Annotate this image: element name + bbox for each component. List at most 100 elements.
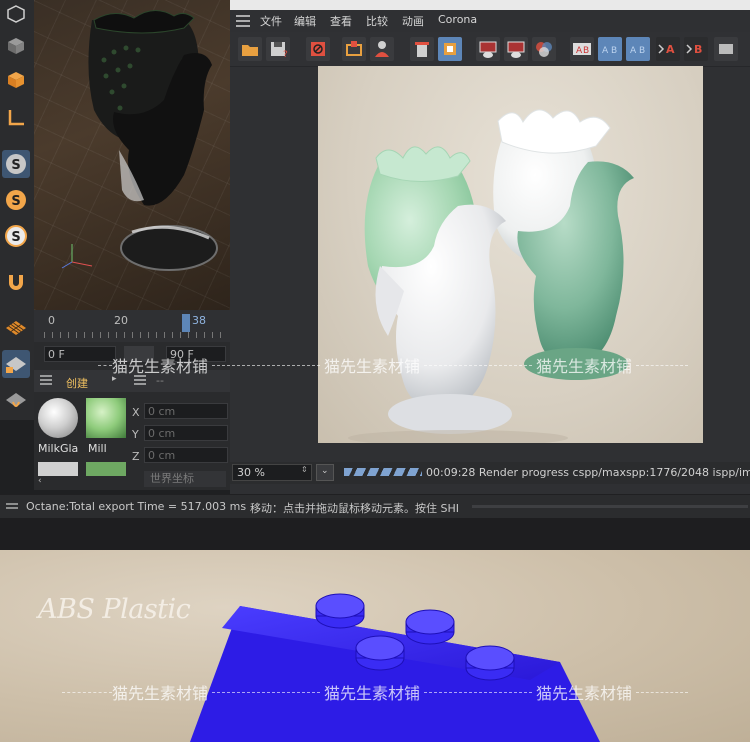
watermark-line <box>98 365 112 366</box>
svg-text:A: A <box>576 46 583 56</box>
watermark-line <box>212 365 320 366</box>
menu-edit[interactable]: 编辑 <box>294 13 316 29</box>
render-canvas[interactable] <box>318 66 703 443</box>
delete-icon[interactable] <box>410 37 434 61</box>
zoom-field[interactable]: 30 % ⇕ <box>232 464 312 481</box>
cube-grey-icon[interactable] <box>2 32 30 60</box>
coordinates-panel: -- X 0 cm Y 0 cm Z 0 cm 世界坐标 <box>126 370 230 490</box>
svg-text:S: S <box>11 158 20 173</box>
snap-grey-icon[interactable]: S <box>2 150 30 178</box>
zoom-value: 30 % <box>237 466 265 479</box>
svg-text:B: B <box>583 46 589 56</box>
world-space-button[interactable]: 世界坐标 <box>144 471 226 487</box>
render-progress-bar <box>344 468 422 476</box>
material-swatch-row2-b[interactable] <box>86 462 126 476</box>
snap-outline-icon[interactable]: S <box>2 222 30 250</box>
viewport-scene <box>61 10 218 271</box>
snap-orange-icon[interactable]: S <box>2 186 30 214</box>
main-status-bar: Octane:Total export Time = 517.003 ms 移动… <box>0 494 750 519</box>
svg-text:B: B <box>694 43 702 56</box>
save-icon[interactable]: ? <box>266 37 290 61</box>
coord-z-label: Z <box>132 450 140 463</box>
watermark-line <box>212 692 320 693</box>
timeline-tick-0: 0 <box>48 314 55 327</box>
watermark-line <box>424 692 532 693</box>
main-menu-icon[interactable] <box>236 15 250 30</box>
svg-text:?: ? <box>283 50 288 60</box>
watermark-6: 猫先生素材铺 <box>536 684 633 703</box>
svg-text:S: S <box>11 230 20 245</box>
menu-bar: 文件 编辑 查看 比较 动画 Corona <box>230 10 750 32</box>
grid-workplane-icon[interactable] <box>2 386 30 414</box>
timeline[interactable]: 0 20 38 <box>34 310 230 342</box>
magnet-icon[interactable] <box>2 268 30 296</box>
axis-icon[interactable] <box>2 104 30 132</box>
abs-plastic-banner: ABS Plastic <box>0 550 750 742</box>
menu-file[interactable]: 文件 <box>260 13 282 29</box>
octane-export-time: Octane:Total export Time = 517.003 ms <box>26 500 247 513</box>
scroll-left-icon[interactable]: ‹ <box>38 476 42 486</box>
picture-viewer-titlebar[interactable] <box>230 0 750 10</box>
svg-text:A: A <box>602 46 609 56</box>
material-swatch-milk[interactable] <box>86 398 126 438</box>
timeline-ruler <box>44 332 228 338</box>
watermark-line <box>62 692 112 693</box>
watermark-3: 猫先生素材铺 <box>536 357 633 376</box>
menu-animation[interactable]: 动画 <box>402 13 424 29</box>
picture-viewer-toolbar: ? AB AB AB A B <box>230 32 750 67</box>
set-b-icon[interactable]: B <box>684 37 708 61</box>
grid-orange-icon[interactable] <box>2 314 30 342</box>
create-tab[interactable]: 创建 <box>66 375 88 391</box>
picture-viewer-bottom-edge <box>230 484 750 494</box>
watermark-2: 猫先生素材铺 <box>324 357 421 376</box>
ab-compare-icon[interactable]: AB <box>570 37 594 61</box>
watermark-1: 猫先生素材铺 <box>112 357 209 376</box>
svg-text:A: A <box>630 46 637 56</box>
coord-y-field[interactable]: 0 cm <box>144 425 228 441</box>
watermark-line <box>636 365 688 366</box>
viewport-3d[interactable] <box>34 0 230 310</box>
status-scrollbar[interactable] <box>472 505 748 508</box>
grid-lock-icon[interactable] <box>2 350 30 378</box>
watermark-line <box>636 692 688 693</box>
move-tool-hint: 移动：点击并拖动鼠标移动元素。按住 SHI <box>250 502 459 515</box>
status-separator-icon <box>6 501 18 514</box>
stop-render-icon[interactable] <box>306 37 330 61</box>
cube-orange-icon[interactable] <box>2 66 30 94</box>
material-label-milk: Mill <box>88 442 107 455</box>
material-swatch-milkglass[interactable] <box>38 398 78 438</box>
material-swatch-row2-a[interactable] <box>38 462 78 476</box>
svg-text:B: B <box>639 46 645 56</box>
layers-icon[interactable] <box>438 37 462 61</box>
set-a-icon[interactable]: A <box>656 37 680 61</box>
user-icon[interactable] <box>370 37 394 61</box>
render-progress-text: 00:09:28 Render progress cspp/maxspp:177… <box>426 466 750 479</box>
coord-x-label: X <box>132 406 140 419</box>
material-manager: 创建 ▸ MilkGla Mill ‹ <box>34 370 126 490</box>
left-toolbar: S S S <box>0 0 34 420</box>
channels-icon[interactable] <box>532 37 556 61</box>
menu-view[interactable]: 查看 <box>330 13 352 29</box>
material-label-milkglass: MilkGla <box>38 442 79 455</box>
render-region-icon[interactable] <box>342 37 366 61</box>
timeline-playhead[interactable] <box>182 314 190 332</box>
coord-x-field[interactable]: 0 cm <box>144 403 228 419</box>
view-b-icon[interactable] <box>504 37 528 61</box>
zoom-spinner-icon[interactable]: ⇕ <box>301 465 308 474</box>
ab-swap-icon[interactable]: AB <box>626 37 650 61</box>
view-a-icon[interactable] <box>476 37 500 61</box>
zoom-dropdown-button[interactable]: ⌄ <box>316 464 334 481</box>
chevron-down-icon: ⌄ <box>321 466 329 476</box>
ab-split-icon[interactable]: AB <box>598 37 622 61</box>
svg-text:A: A <box>666 43 675 56</box>
coord-y-label: Y <box>132 428 139 441</box>
hamburger-icon[interactable] <box>40 375 52 388</box>
menu-compare[interactable]: 比较 <box>366 13 388 29</box>
cube-wire-icon[interactable] <box>2 0 30 28</box>
extra-tool-icon[interactable] <box>714 37 738 61</box>
open-folder-icon[interactable] <box>238 37 262 61</box>
picture-viewer-window: 文件 编辑 查看 比较 动画 Corona ? A B A B A B A B … <box>230 0 750 494</box>
start-frame-field[interactable]: 0 F <box>44 346 116 362</box>
coord-z-field[interactable]: 0 cm <box>144 447 228 463</box>
menu-corona[interactable]: Corona <box>438 13 477 26</box>
